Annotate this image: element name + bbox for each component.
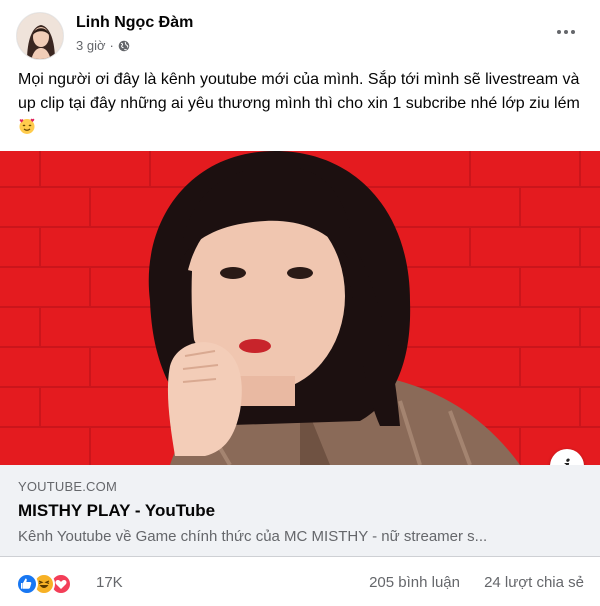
link-title[interactable]: MISTHY PLAY - YouTube <box>18 501 215 521</box>
post-time[interactable]: 3 giờ <box>76 38 106 53</box>
share-count[interactable]: 24 lượt chia sẻ <box>484 574 584 591</box>
more-options-button[interactable] <box>552 22 580 42</box>
facebook-post: Linh Ngọc Đàm 3 giờ · Mọi người ơi đây l… <box>0 0 600 606</box>
post-message: Mọi người ơi đây là kênh youtube mới của… <box>18 68 583 140</box>
post-stats-bar: 17K 205 bình luận 24 lượt chia sẻ <box>16 570 584 598</box>
post-meta: 3 giờ · <box>76 38 130 53</box>
portrait-photo <box>0 151 600 465</box>
post-image[interactable]: i <box>0 151 600 465</box>
author-avatar[interactable] <box>16 12 64 60</box>
more-dot-icon <box>571 30 575 34</box>
post-header: Linh Ngọc Đàm 3 giờ · <box>16 12 584 60</box>
smiling-face-with-hearts-icon <box>19 118 35 134</box>
meta-separator: · <box>109 38 114 53</box>
reaction-icons[interactable] <box>16 572 72 596</box>
reaction-count[interactable]: 17K <box>96 574 123 591</box>
globe-icon[interactable] <box>118 40 130 52</box>
link-preview[interactable]: YOUTUBE.COM MISTHY PLAY - YouTube Kênh Y… <box>0 465 600 557</box>
like-icon <box>16 573 38 595</box>
more-dot-icon <box>557 30 561 34</box>
post-message-text: Mọi người ơi đây là kênh youtube mới của… <box>18 71 580 112</box>
more-dot-icon <box>564 30 568 34</box>
link-description: Kênh Youtube về Game chính thức của MC M… <box>18 528 488 545</box>
comment-count[interactable]: 205 bình luận <box>369 574 460 591</box>
author-name[interactable]: Linh Ngọc Đàm <box>76 14 193 32</box>
link-domain: YOUTUBE.COM <box>18 479 117 494</box>
